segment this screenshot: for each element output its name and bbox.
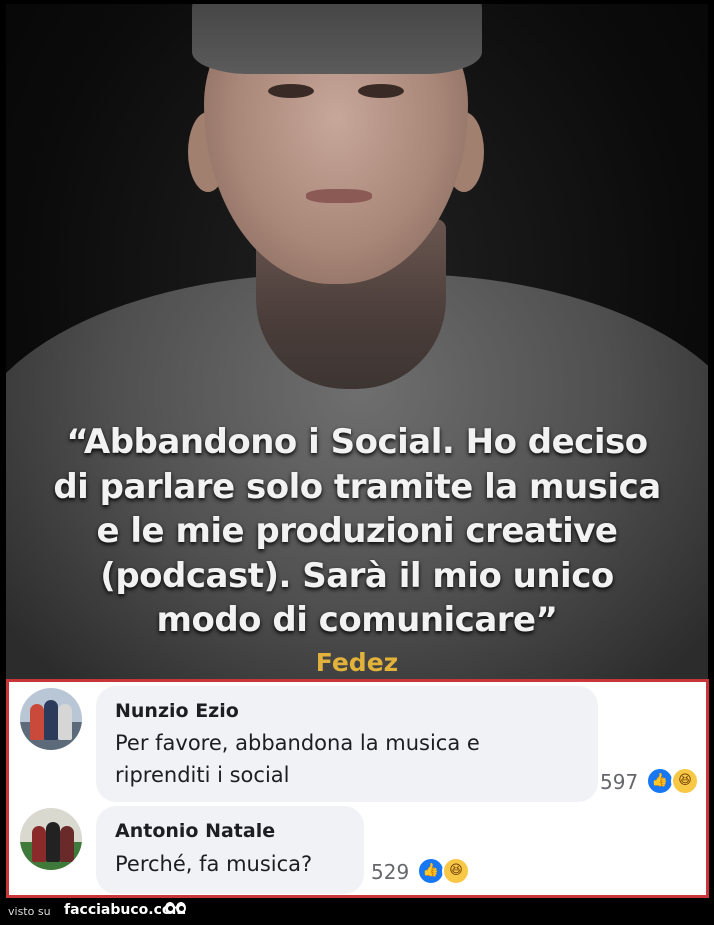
quote-text: “Abbandono i Social. Ho deciso di parlar… bbox=[6, 420, 708, 643]
reaction-count[interactable]: 597 bbox=[600, 770, 638, 794]
avatar[interactable] bbox=[20, 688, 82, 750]
like-icon[interactable]: 👍 bbox=[646, 767, 674, 795]
comment-text: Perché, fa musica? bbox=[115, 848, 312, 880]
eye-right bbox=[358, 84, 404, 98]
comment-text-line: riprenditi i social bbox=[115, 763, 290, 787]
avatar[interactable] bbox=[20, 808, 82, 870]
haha-icon[interactable]: 😆 bbox=[671, 767, 699, 795]
comment-text-line: Per favore, abbandona la musica e bbox=[115, 731, 480, 755]
mouth bbox=[306, 189, 372, 203]
hair-shape bbox=[192, 4, 482, 74]
comment-text-line: Perché, fa musica? bbox=[115, 852, 313, 876]
comment-text: Per favore, abbandona la musica e ripren… bbox=[115, 727, 480, 791]
quote-line: modo di comunicare” bbox=[156, 600, 558, 640]
logo-eyes-icon bbox=[165, 902, 189, 916]
quote-line: “Abbandono i Social. Ho deciso bbox=[66, 422, 648, 462]
comment-author-name[interactable]: Nunzio Ezio bbox=[115, 700, 239, 722]
eye-left bbox=[268, 84, 314, 98]
footer-prefix: visto su bbox=[8, 905, 51, 918]
comments-panel: Nunzio Ezio Per favore, abbandona la mus… bbox=[6, 679, 709, 898]
quote-line: (podcast). Sarà il mio unico bbox=[100, 555, 614, 596]
quote-line: di parlare solo tramite la musica bbox=[53, 466, 661, 507]
like-icon[interactable]: 👍 bbox=[417, 857, 445, 885]
meme-frame: “Abbandono i Social. Ho deciso di parlar… bbox=[0, 0, 714, 925]
quote-line: e le mie produzioni creative bbox=[96, 511, 619, 551]
reaction-count[interactable]: 529 bbox=[371, 860, 409, 884]
haha-icon[interactable]: 😆 bbox=[442, 857, 470, 885]
comment-author-name[interactable]: Antonio Natale bbox=[115, 820, 275, 842]
quote-author: Fedez bbox=[315, 648, 399, 677]
